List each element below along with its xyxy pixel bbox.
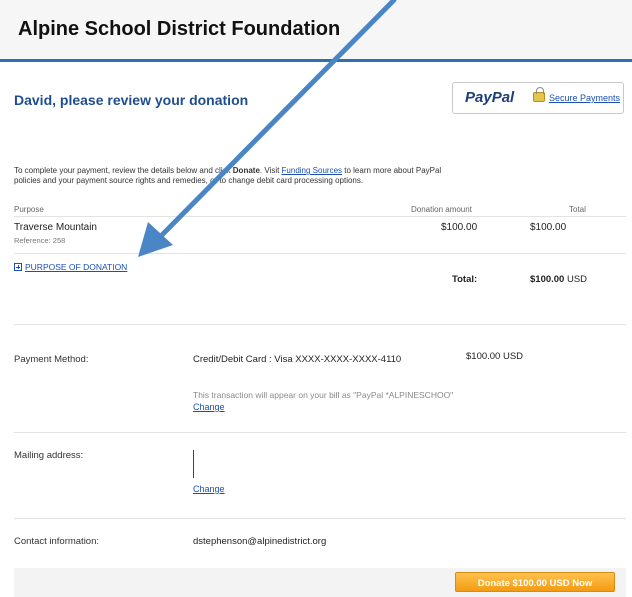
annotation-arrow-shaft — [155, 0, 397, 242]
annotation-arrow — [138, 0, 397, 257]
